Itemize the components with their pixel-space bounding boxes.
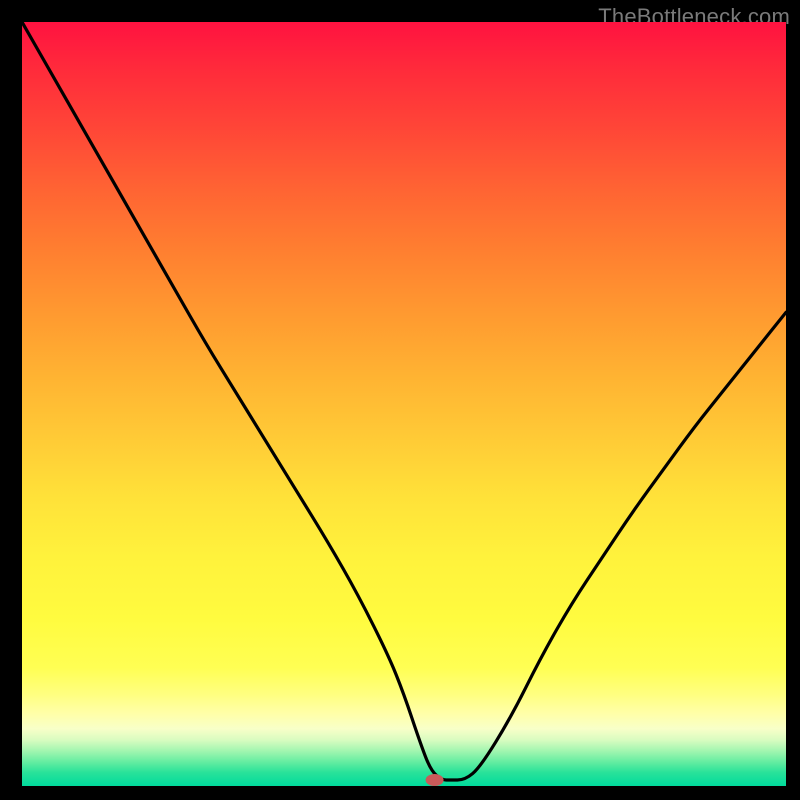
bottleneck-curve [22,22,786,780]
curve-svg [22,22,786,786]
chart-canvas: TheBottleneck.com [0,0,800,800]
plot-area [22,22,786,786]
minimum-marker [426,774,444,786]
